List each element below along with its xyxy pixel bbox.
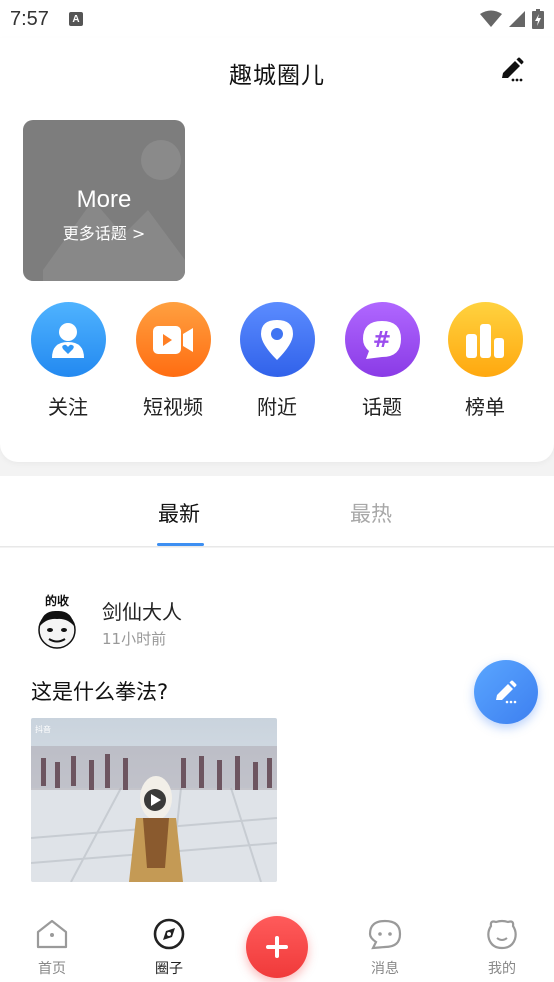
pencil-icon (496, 680, 517, 704)
battery-icon (532, 9, 544, 29)
app-screen: 7:57 A 趣城圈儿 More 更多话题 > 关注 短视频 附近 # 话题 榜… (0, 0, 554, 982)
title-bar: 趣城圈儿 (0, 38, 554, 104)
status-time: 7:57 (10, 7, 49, 30)
video-thumbnail[interactable]: 抖音 (31, 718, 277, 882)
bottom-nav-profile[interactable]: 我的 (467, 918, 537, 978)
feed-tabs: 最新 最热 (0, 476, 554, 547)
add-post-button[interactable] (246, 916, 308, 978)
signal-icon (509, 11, 525, 27)
status-indicators (480, 9, 544, 29)
nav-label-short-video: 短视频 (143, 395, 203, 419)
page-title: 趣城圈儿 (229, 63, 325, 89)
post-text[interactable]: 这是什么拳法? (31, 676, 168, 706)
bottom-nav-home[interactable]: 首页 (17, 918, 87, 978)
bar-chart-icon (447, 302, 523, 377)
video-watermark: 抖音 (35, 724, 51, 734)
nav-label-nearby: 附近 (257, 395, 297, 419)
nav-item-nearby[interactable]: 附近 (232, 302, 322, 420)
bottom-nav-messages[interactable]: 消息 (350, 918, 420, 978)
bottom-nav-label-home: 首页 (38, 961, 66, 977)
pencil-icon[interactable] (498, 56, 526, 84)
bottom-nav-label-profile: 我的 (488, 961, 516, 977)
bottom-nav-label-circle: 圈子 (155, 961, 183, 977)
svg-text:#: # (373, 328, 391, 353)
chat-bubble-icon (368, 919, 402, 950)
profile-face-icon (487, 919, 517, 950)
post-author[interactable]: 剑仙大人 (102, 596, 182, 625)
post-time: 11小时前 (102, 630, 167, 648)
avatar-caption: 的收 (45, 594, 69, 608)
compose-post-button[interactable] (474, 660, 538, 724)
tab-latest[interactable]: 最新 (158, 498, 200, 528)
nav-item-follow[interactable]: 关注 (23, 302, 113, 420)
active-tab-indicator (157, 543, 204, 546)
hashtag-chat-icon: # (344, 302, 420, 377)
nav-item-ranking[interactable]: 榜单 (440, 302, 530, 420)
nav-item-short-video[interactable]: 短视频 (128, 302, 218, 420)
status-bar: 7:57 A (0, 0, 554, 38)
nav-label-ranking: 榜单 (465, 395, 505, 419)
wifi-icon (480, 10, 502, 27)
plus-icon (266, 936, 288, 958)
video-camera-icon (135, 302, 211, 377)
avatar[interactable]: 的收 (32, 593, 82, 650)
quick-nav: 关注 短视频 附近 # 话题 榜单 (0, 302, 554, 422)
a-icon: A (68, 12, 83, 26)
follow-user-heart-icon (30, 302, 106, 377)
tab-hottest[interactable]: 最热 (350, 498, 392, 528)
nav-label-follow: 关注 (48, 395, 88, 419)
nav-label-topics: 话题 (362, 395, 402, 419)
bottom-nav-label-messages: 消息 (371, 961, 399, 977)
home-icon (36, 919, 68, 949)
nav-item-topics[interactable]: # 话题 (337, 302, 427, 420)
header-card: 趣城圈儿 More 更多话题 > 关注 短视频 附近 # 话题 榜单 (0, 38, 554, 462)
feed-list: 的收 剑仙大人 11小时前 这是什么拳法? 抖音 (0, 548, 554, 902)
bottom-nav: 首页 圈子 消息 我的 (0, 902, 554, 982)
bottom-nav-circle[interactable]: 圈子 (134, 918, 204, 978)
topic-card-subtitle: 更多话题 > (62, 224, 146, 243)
compass-icon (153, 918, 185, 950)
topic-card-title: More (76, 186, 132, 213)
more-topics-card[interactable]: More 更多话题 > (23, 120, 185, 281)
location-pin-icon (239, 302, 315, 377)
